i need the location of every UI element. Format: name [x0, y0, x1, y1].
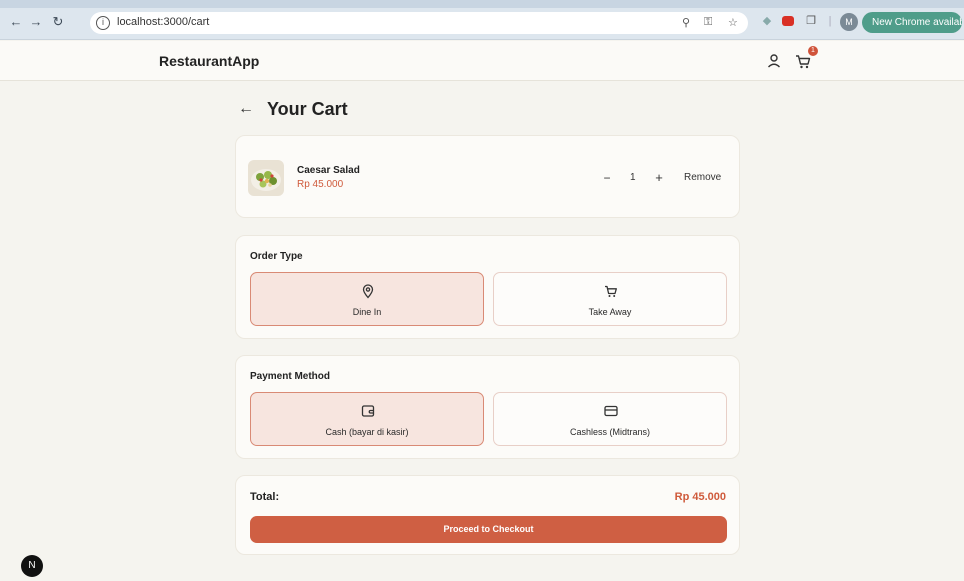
extensions-puzzle-icon[interactable]: ❐ [804, 14, 818, 28]
site-info-icon[interactable]: i [96, 16, 110, 30]
url-text[interactable]: localhost:3000/cart [117, 16, 209, 28]
toolbar-divider: | [828, 15, 832, 27]
option-label: Cash (bayar di kasir) [325, 427, 409, 437]
total-value: Rp 45.000 [674, 491, 726, 503]
credit-card-icon [603, 403, 619, 419]
map-pin-icon [360, 283, 376, 299]
take-away-option[interactable]: Take Away [493, 272, 727, 326]
option-label: Cashless (Midtrans) [569, 427, 651, 437]
quantity-value: 1 [630, 172, 636, 183]
cart-item-card: Caesar Salad Rp 45.000 − 1 + Remove [235, 135, 740, 218]
chrome-update-button[interactable]: New Chrome available [862, 12, 962, 33]
total-label: Total: [250, 491, 280, 503]
option-label: Dine In [352, 307, 382, 317]
dine-in-option[interactable]: Dine In [250, 272, 484, 326]
browser-toolbar: ← → ↻ i localhost:3000/cart ⚲ ⚿ ☆ ◆ ❐ | … [0, 0, 964, 40]
back-arrow-icon[interactable]: ← [238, 100, 254, 118]
decrease-quantity-button[interactable]: − [602, 171, 612, 185]
section-title: Payment Method [250, 371, 331, 382]
password-key-icon[interactable]: ⚿ [704, 16, 712, 29]
app-header: RestaurantApp [0, 41, 964, 81]
extension-icon[interactable] [782, 16, 794, 26]
nextjs-dev-indicator[interactable]: N [21, 555, 43, 577]
user-icon[interactable] [764, 51, 784, 71]
wallet-icon [360, 403, 376, 419]
option-label: Take Away [588, 307, 632, 317]
bookmark-star-icon[interactable]: ☆ [728, 16, 738, 29]
cash-option[interactable]: Cash (bayar di kasir) [250, 392, 484, 446]
brand-logo[interactable]: RestaurantApp [159, 53, 259, 69]
food-thumbnail [248, 160, 284, 196]
profile-avatar[interactable]: M [840, 13, 858, 31]
item-price: Rp 45.000 [297, 179, 344, 190]
address-bar[interactable]: i localhost:3000/cart ⚲ ⚿ ☆ [90, 12, 748, 34]
page-title: Your Cart [267, 99, 348, 119]
forward-icon[interactable]: → [28, 14, 44, 30]
increase-quantity-button[interactable]: + [654, 170, 664, 185]
cart-count-badge: 1 [808, 46, 818, 56]
payment-method-card: Payment Method Cash (bayar di kasir) Cas… [235, 355, 740, 459]
section-title: Order Type [250, 251, 303, 262]
back-icon[interactable]: ← [8, 14, 24, 30]
item-name: Caesar Salad [297, 165, 360, 176]
cashless-option[interactable]: Cashless (Midtrans) [493, 392, 727, 446]
zoom-icon[interactable]: ⚲ [682, 16, 690, 29]
remove-item-button[interactable]: Remove [684, 172, 721, 183]
tab-strip [0, 0, 964, 8]
reload-icon[interactable]: ↻ [50, 14, 66, 30]
order-type-card: Order Type Dine In Take Away [235, 235, 740, 339]
cart-icon [603, 283, 619, 299]
checkout-button[interactable]: Proceed to Checkout [250, 516, 727, 543]
order-summary-card: Total: Rp 45.000 Proceed to Checkout [235, 475, 740, 555]
extension-icon[interactable]: ◆ [760, 14, 774, 28]
